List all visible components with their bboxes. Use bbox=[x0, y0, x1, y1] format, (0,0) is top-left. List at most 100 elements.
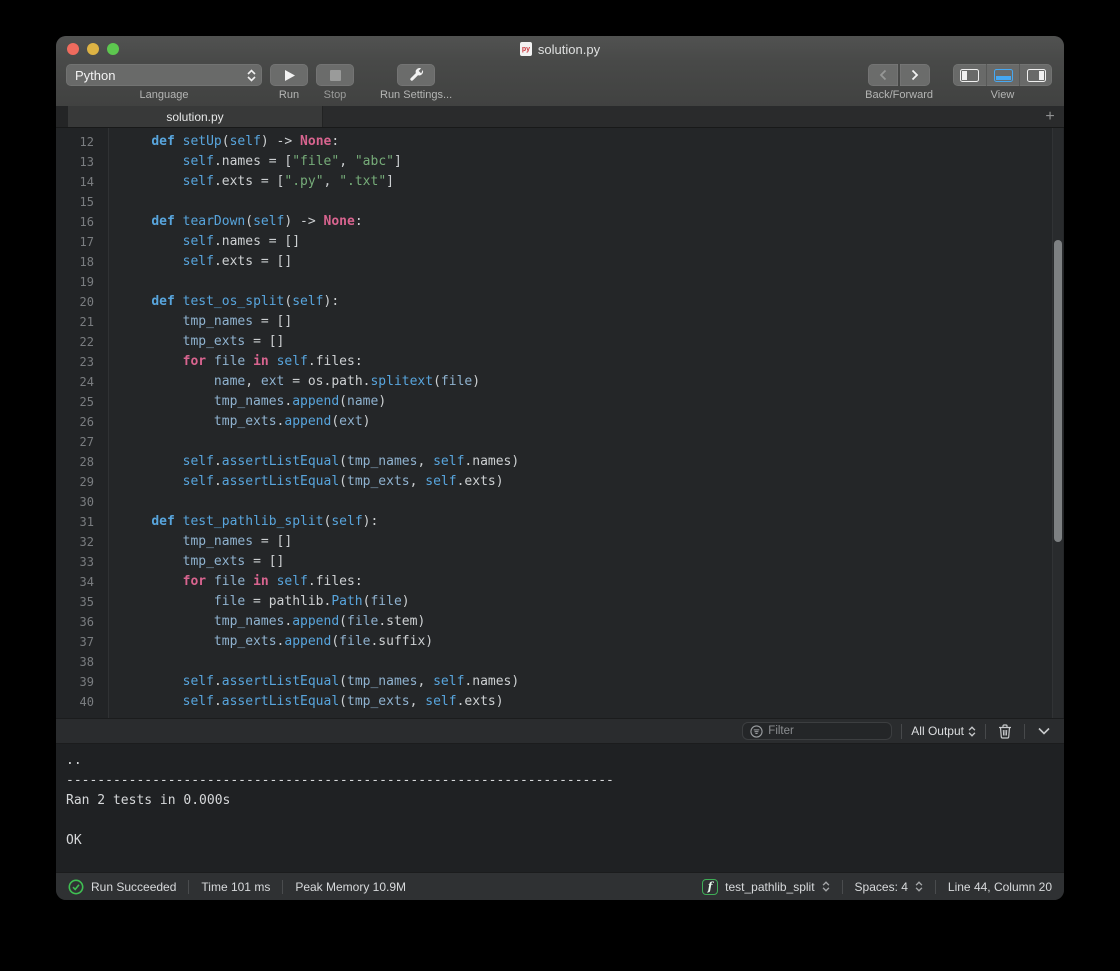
line-number: 21 bbox=[56, 312, 94, 332]
clear-console-button[interactable] bbox=[995, 721, 1015, 741]
line-number: 23 bbox=[56, 352, 94, 372]
code-line[interactable]: tmp_exts.append(file.suffix) bbox=[120, 632, 1064, 652]
code-line[interactable]: for file in self.files: bbox=[120, 352, 1064, 372]
line-number: 33 bbox=[56, 552, 94, 572]
code-line[interactable]: self.assertListEqual(tmp_exts, self.exts… bbox=[120, 472, 1064, 492]
view-left-panel-button[interactable] bbox=[953, 64, 986, 86]
run-settings-button[interactable] bbox=[397, 64, 435, 86]
code-line[interactable]: self.exts = [] bbox=[120, 252, 1064, 272]
code-line[interactable]: tmp_names = [] bbox=[120, 312, 1064, 332]
symbol-name: test_pathlib_split bbox=[725, 880, 814, 894]
divider bbox=[842, 880, 843, 894]
code-line[interactable]: name, ext = os.path.splitext(file) bbox=[120, 372, 1064, 392]
divider bbox=[188, 880, 189, 894]
run-status-label: Run Succeeded bbox=[91, 880, 176, 894]
console-output: ..--------------------------------------… bbox=[56, 744, 1064, 872]
collapse-console-button[interactable] bbox=[1034, 721, 1054, 741]
line-number: 15 bbox=[56, 192, 94, 212]
code-line[interactable]: tmp_exts = [] bbox=[120, 332, 1064, 352]
filter-icon bbox=[750, 725, 763, 738]
filter-placeholder: Filter bbox=[768, 725, 794, 737]
code-line[interactable]: self.names = ["file", "abc"] bbox=[120, 152, 1064, 172]
back-forward-group: Back/Forward bbox=[865, 64, 933, 101]
language-dropdown[interactable]: Python bbox=[66, 64, 262, 86]
line-number: 29 bbox=[56, 472, 94, 492]
code-line[interactable] bbox=[120, 652, 1064, 672]
console-line: ----------------------------------------… bbox=[66, 771, 1064, 791]
code-line[interactable]: self.exts = [".py", ".txt"] bbox=[120, 172, 1064, 192]
tab-solution-py[interactable]: solution.py bbox=[68, 106, 323, 127]
code-line[interactable] bbox=[120, 192, 1064, 212]
line-number: 22 bbox=[56, 332, 94, 352]
code-line[interactable] bbox=[120, 432, 1064, 452]
view-bottom-panel-button[interactable] bbox=[986, 64, 1019, 86]
check-circle-icon bbox=[68, 879, 84, 895]
divider bbox=[1024, 724, 1025, 739]
forward-button[interactable] bbox=[900, 64, 930, 86]
code-line[interactable]: def test_os_split(self): bbox=[120, 292, 1064, 312]
console-line: .. bbox=[66, 751, 1064, 771]
filter-input[interactable]: Filter bbox=[742, 722, 892, 740]
code-line[interactable]: tmp_exts = [] bbox=[120, 552, 1064, 572]
code-line[interactable]: self.assertListEqual(tmp_names, self.nam… bbox=[120, 672, 1064, 692]
chevron-up-down-icon bbox=[915, 881, 923, 892]
code-line[interactable]: def test_pathlib_split(self): bbox=[120, 512, 1064, 532]
code-line[interactable]: def tearDown(self) -> None: bbox=[120, 212, 1064, 232]
line-number: 12 bbox=[56, 132, 94, 152]
add-tab-button[interactable]: + bbox=[1036, 106, 1064, 127]
play-icon bbox=[283, 69, 296, 82]
stop-button[interactable] bbox=[316, 64, 354, 86]
view-segmented-control bbox=[953, 64, 1052, 86]
run-status: Run Succeeded bbox=[68, 879, 176, 895]
chevron-up-down-icon bbox=[247, 69, 256, 82]
tab-title: solution.py bbox=[166, 110, 223, 124]
code-line[interactable]: self.names = [] bbox=[120, 232, 1064, 252]
line-number: 30 bbox=[56, 492, 94, 512]
run-label: Run bbox=[279, 89, 299, 101]
symbol-navigator-dropdown[interactable]: f test_pathlib_split bbox=[702, 879, 829, 895]
code-line[interactable]: for file in self.files: bbox=[120, 572, 1064, 592]
code-line[interactable] bbox=[120, 492, 1064, 512]
view-group: View bbox=[953, 64, 1052, 101]
code-line[interactable]: tmp_exts.append(ext) bbox=[120, 412, 1064, 432]
divider bbox=[985, 724, 986, 739]
code-editor[interactable]: 1213141516171819202122232425262728293031… bbox=[56, 128, 1064, 718]
cursor-position: Line 44, Column 20 bbox=[948, 880, 1052, 894]
peak-memory: Peak Memory 10.9M bbox=[295, 880, 406, 894]
editor-scrollbar-thumb[interactable] bbox=[1054, 240, 1062, 542]
chevron-right-icon bbox=[910, 69, 920, 81]
line-number: 38 bbox=[56, 652, 94, 672]
code-line[interactable]: tmp_names.append(name) bbox=[120, 392, 1064, 412]
back-button[interactable] bbox=[868, 64, 898, 86]
run-group: Run bbox=[270, 64, 308, 101]
right-panel-icon bbox=[1027, 69, 1046, 82]
chevron-down-icon bbox=[1038, 727, 1050, 735]
code-line[interactable]: tmp_names = [] bbox=[120, 532, 1064, 552]
divider bbox=[935, 880, 936, 894]
left-panel-icon bbox=[960, 69, 979, 82]
zoom-window-button[interactable] bbox=[107, 43, 119, 55]
language-group: Python Language bbox=[66, 64, 262, 101]
gutter: 1213141516171819202122232425262728293031… bbox=[56, 128, 109, 718]
view-right-panel-button[interactable] bbox=[1019, 64, 1052, 86]
code-line[interactable]: file = pathlib.Path(file) bbox=[120, 592, 1064, 612]
close-window-button[interactable] bbox=[67, 43, 79, 55]
indentation-dropdown[interactable]: Spaces: 4 bbox=[855, 880, 923, 894]
title-bar[interactable]: py solution.py bbox=[56, 36, 1064, 62]
line-number: 18 bbox=[56, 252, 94, 272]
line-number: 34 bbox=[56, 572, 94, 592]
spaces-value: Spaces: 4 bbox=[855, 880, 908, 894]
line-number: 27 bbox=[56, 432, 94, 452]
code-line[interactable]: def setUp(self) -> None: bbox=[120, 132, 1064, 152]
line-number: 35 bbox=[56, 592, 94, 612]
code-line[interactable] bbox=[120, 272, 1064, 292]
code-line[interactable]: tmp_names.append(file.stem) bbox=[120, 612, 1064, 632]
view-label: View bbox=[991, 89, 1015, 101]
code-line[interactable]: self.assertListEqual(tmp_names, self.nam… bbox=[120, 452, 1064, 472]
code-line[interactable]: self.assertListEqual(tmp_exts, self.exts… bbox=[120, 692, 1064, 712]
code-lines[interactable]: def setUp(self) -> None: self.names = ["… bbox=[109, 128, 1064, 718]
run-button[interactable] bbox=[270, 64, 308, 86]
output-filter-dropdown[interactable]: All Output bbox=[911, 724, 976, 738]
line-number: 13 bbox=[56, 152, 94, 172]
minimize-window-button[interactable] bbox=[87, 43, 99, 55]
